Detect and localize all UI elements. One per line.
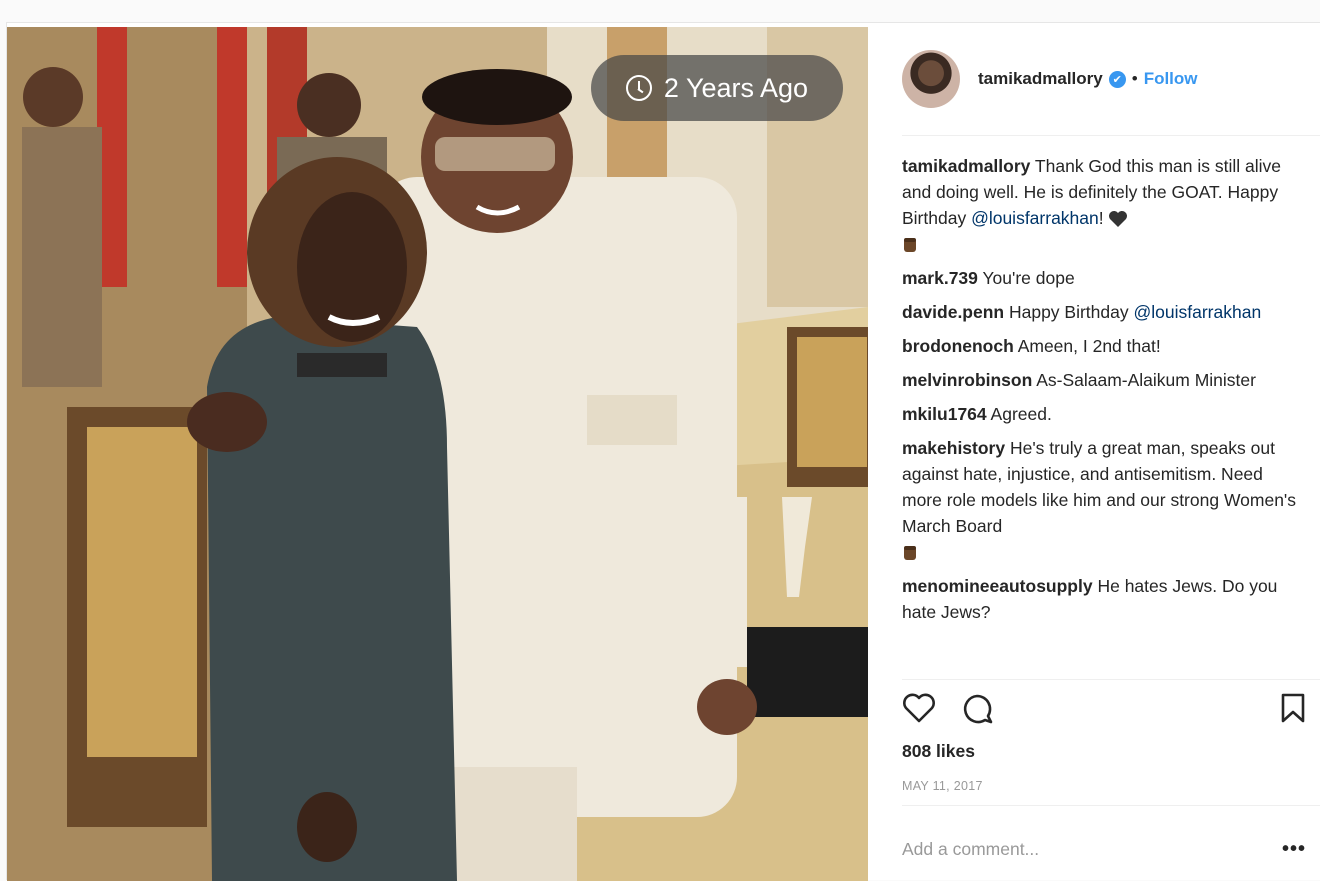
comment-username[interactable]: mark.739 bbox=[902, 268, 978, 288]
raised-fist-emoji-icon bbox=[904, 238, 916, 253]
comment-text: As-Salaam-Alaikum Minister bbox=[1032, 370, 1256, 390]
header-divider bbox=[902, 135, 1320, 136]
comment-mention[interactable]: @louisfarrakhan bbox=[1133, 302, 1261, 322]
comment-username[interactable]: brodonenoch bbox=[902, 336, 1014, 356]
comment-item: davide.penn Happy Birthday @louisfarrakh… bbox=[902, 299, 1300, 325]
separator-dot: • bbox=[1131, 69, 1138, 88]
comment-item: brodonenoch Ameen, I 2nd that! bbox=[902, 333, 1300, 359]
comment-item: tamikadmallory Thank God this man is sti… bbox=[902, 153, 1300, 257]
footer-divider bbox=[902, 805, 1320, 806]
comment-item: mkilu1764 Agreed. bbox=[902, 401, 1300, 427]
black-heart-emoji-icon bbox=[1109, 211, 1128, 228]
comment-username[interactable]: mkilu1764 bbox=[902, 404, 987, 424]
comment-item: makehistory He's truly a great man, spea… bbox=[902, 435, 1300, 565]
comment-text-tail: ! bbox=[1098, 208, 1109, 228]
comments-list[interactable]: tamikadmallory Thank God this man is sti… bbox=[902, 153, 1300, 675]
clock-icon bbox=[625, 75, 652, 101]
comment-mention[interactable]: @louisfarrakhan bbox=[971, 208, 1099, 228]
raised-fist-emoji-icon bbox=[904, 546, 916, 561]
comment-username[interactable]: tamikadmallory bbox=[902, 156, 1030, 176]
comments-divider bbox=[902, 679, 1320, 680]
comment-icon[interactable] bbox=[960, 693, 994, 725]
bookmark-icon[interactable] bbox=[1280, 693, 1306, 723]
post-header: tamikadmallory ✔ • Follow bbox=[902, 49, 1302, 109]
comment-username[interactable]: makehistory bbox=[902, 438, 1005, 458]
post-date[interactable]: MAY 11, 2017 bbox=[902, 779, 983, 793]
more-options-icon[interactable]: ••• bbox=[1282, 838, 1306, 861]
comment-username[interactable]: melvinrobinson bbox=[902, 370, 1032, 390]
comment-username[interactable]: davide.penn bbox=[902, 302, 1004, 322]
time-ago-badge: 2 Years Ago bbox=[591, 55, 843, 121]
comment-item: menomineeautosupply He hates Jews. Do yo… bbox=[902, 573, 1300, 625]
comment-item: mark.739 You're dope bbox=[902, 265, 1300, 291]
add-comment-bar: ••• bbox=[902, 834, 1306, 864]
add-comment-input[interactable] bbox=[902, 838, 1272, 860]
comment-text: Ameen, I 2nd that! bbox=[1013, 336, 1161, 356]
heart-icon[interactable] bbox=[902, 693, 936, 723]
time-ago-text: 2 Years Ago bbox=[663, 72, 809, 103]
comment-text: Agreed. bbox=[986, 404, 1052, 424]
follow-button[interactable]: Follow bbox=[1144, 69, 1198, 89]
comment-username[interactable]: menomineeautosupply bbox=[902, 576, 1093, 596]
page-top-strip bbox=[0, 0, 1320, 22]
comment-text: Happy Birthday bbox=[1004, 302, 1134, 322]
avatar[interactable] bbox=[902, 50, 960, 108]
action-bar bbox=[902, 689, 1306, 729]
post-sidebar: tamikadmallory ✔ • Follow tamikadmallory… bbox=[868, 23, 1320, 881]
comment-item: melvinrobinson As-Salaam-Alaikum Ministe… bbox=[902, 367, 1300, 393]
verified-badge-icon: ✔ bbox=[1108, 70, 1126, 88]
photo-illustration bbox=[7, 27, 868, 881]
likes-count[interactable]: 808 likes bbox=[902, 741, 975, 762]
author-username[interactable]: tamikadmallory bbox=[978, 69, 1103, 89]
instagram-post: 2 Years Ago tamikadmallory ✔ • Follow ta… bbox=[6, 22, 1320, 881]
comment-text: You're dope bbox=[977, 268, 1075, 288]
post-photo: 2 Years Ago bbox=[7, 27, 868, 881]
